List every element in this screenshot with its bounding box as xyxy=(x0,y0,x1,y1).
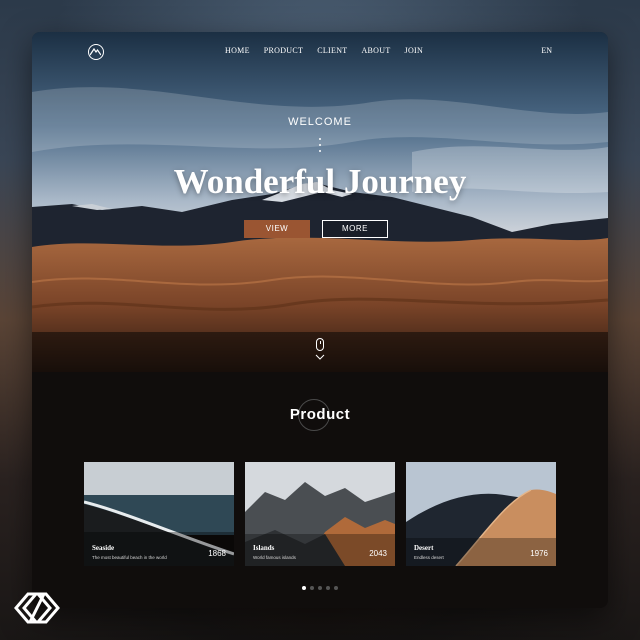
product-name: Seaside xyxy=(92,544,115,552)
top-navigation: HOME PRODUCT CLIENT ABOUT JOIN EN xyxy=(32,32,608,68)
nav-home[interactable]: HOME xyxy=(225,46,250,55)
product-count: 2043 xyxy=(369,549,387,558)
website-mockup: HOME PRODUCT CLIENT ABOUT JOIN EN WELCOM… xyxy=(32,32,608,608)
pager-dot[interactable] xyxy=(318,586,322,590)
pager-dot[interactable] xyxy=(302,586,306,590)
product-card-desert[interactable]: Desert Endless desert 1976 xyxy=(406,462,556,566)
pager-dot[interactable] xyxy=(326,586,330,590)
mountain-logo-icon[interactable] xyxy=(88,44,104,60)
product-name: Desert xyxy=(414,544,434,552)
pager-dot[interactable] xyxy=(334,586,338,590)
nav-client[interactable]: CLIENT xyxy=(317,46,347,55)
nav-about[interactable]: ABOUT xyxy=(361,46,390,55)
view-button[interactable]: VIEW xyxy=(244,220,310,238)
hero-headline: Wonderful Journey xyxy=(173,162,467,201)
pager-dot[interactable] xyxy=(310,586,314,590)
brand-watermark-logo xyxy=(14,592,60,624)
language-switch[interactable]: EN xyxy=(541,46,552,55)
chevron-down-icon[interactable] xyxy=(315,354,325,360)
product-card-islands[interactable]: Islands World famous islands 2043 xyxy=(245,462,395,566)
nav-links: HOME PRODUCT CLIENT ABOUT JOIN xyxy=(225,46,423,55)
product-name: Islands xyxy=(253,544,275,552)
product-count: 1868 xyxy=(208,549,226,558)
product-description: The most beautiful beach in the world xyxy=(92,555,167,560)
product-description: World famous islands xyxy=(253,555,296,560)
product-card-seaside[interactable]: Seaside The most beautiful beach in the … xyxy=(84,462,234,566)
nav-product[interactable]: PRODUCT xyxy=(264,46,303,55)
mouse-scroll-icon[interactable] xyxy=(316,338,324,351)
hero-section: HOME PRODUCT CLIENT ABOUT JOIN EN WELCOM… xyxy=(32,32,608,372)
hero-landscape-image xyxy=(32,32,608,372)
product-description: Endless desert xyxy=(414,555,444,560)
nav-join[interactable]: JOIN xyxy=(405,46,424,55)
more-button[interactable]: MORE xyxy=(322,220,388,238)
product-count: 1976 xyxy=(530,549,548,558)
product-section-title: Product xyxy=(289,406,351,423)
vertical-dots-divider xyxy=(319,138,321,156)
welcome-text: WELCOME xyxy=(288,116,352,128)
carousel-pager xyxy=(302,586,338,590)
